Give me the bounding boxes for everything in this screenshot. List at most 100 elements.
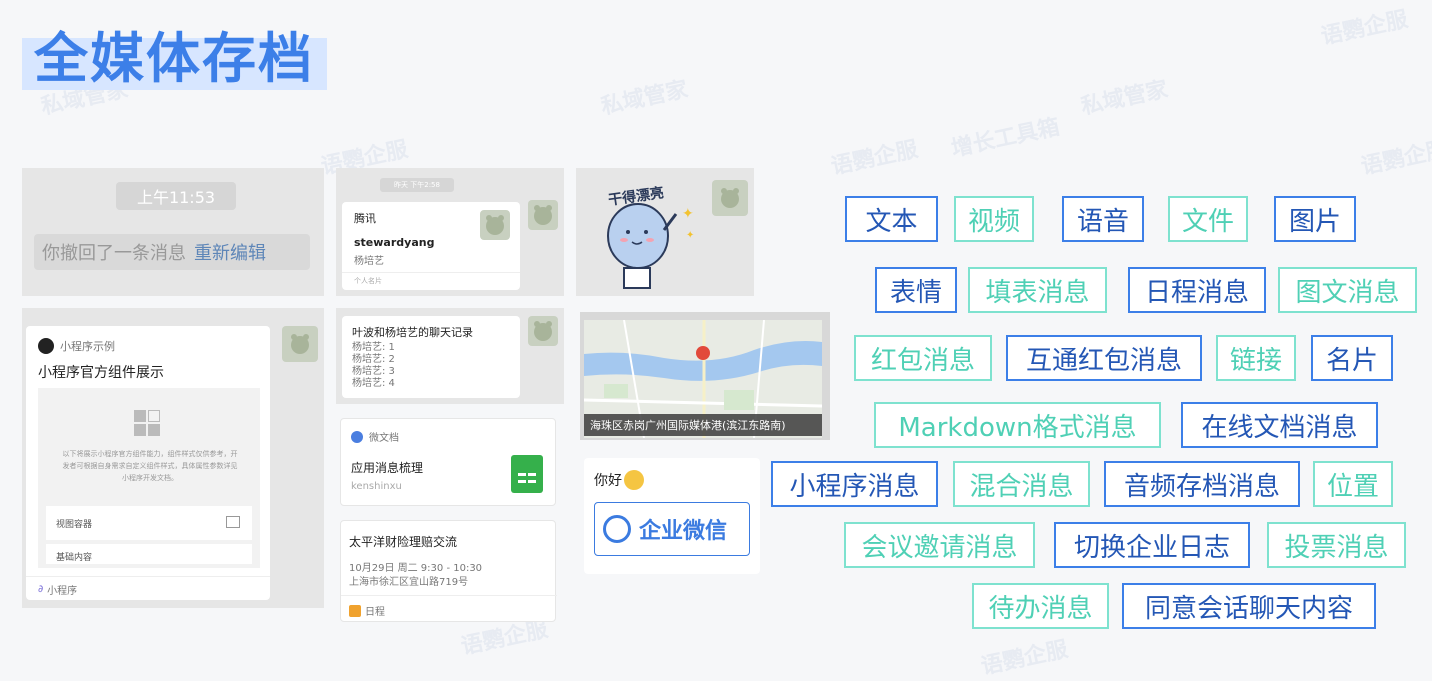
miniprogram-footer-label: 小程序 [47,586,78,597]
schedule-time: 10月29日 周二 9:30 - 10:30 [349,563,483,574]
re-edit-link[interactable]: 重新编辑 [194,239,266,265]
location-address: 海珠区赤岗广州国际媒体港(滨江东路南) [584,414,822,436]
spreadsheet-icon [511,455,543,493]
chat-record-panel: 叶波和杨培艺的聊天记录 杨培艺: 1 杨培艺: 2 杨培艺: 3 杨培艺: 4 [336,308,564,404]
page-title: 全媒体存档 [34,27,314,90]
tag-file: 文件 [1168,196,1248,242]
wecom-logo: 企业微信 [594,502,750,556]
business-card[interactable]: 腾讯 stewardyang 杨培艺 个人名片 [342,202,520,290]
tag-consent-chat: 同意会话聊天内容 [1122,583,1376,629]
wecom-logo-icon [603,515,631,543]
card-footer: 个人名片 [354,277,382,285]
miniprogram-logo-icon [38,338,54,354]
tag-miniprogram: 小程序消息 [771,461,938,507]
watermark: 语鹦企服 [828,137,921,180]
schedule-card[interactable]: 太平洋财险理赔交流 10月29日 周二 9:30 - 10:30 上海市徐汇区宜… [340,520,557,622]
svg-text:✦: ✦ [682,206,694,222]
wedoc-owner: kenshinxu [351,481,402,492]
miniprogram-title: 小程序官方组件展示 [38,365,164,381]
sticker-panel: ✦ ✦ 干得漂亮 [576,168,754,296]
divider [342,272,520,273]
message-time: 昨天 下午2:58 [380,178,454,192]
watermark: 私域管家 [1078,77,1171,120]
card-name: stewardyang [354,236,435,249]
menu-item-basic-content[interactable]: 基础内容 [46,544,252,564]
chat-record-line: 杨培艺: 1 [352,342,395,353]
tag-vote: 投票消息 [1267,522,1406,568]
tag-online-doc: 在线文档消息 [1181,402,1378,448]
tag-red-packet: 红包消息 [854,335,992,381]
message-time: 上午11:53 [116,182,236,210]
tag-form: 填表消息 [968,267,1107,313]
location-panel[interactable]: 海珠区赤岗广州国际媒体港(滨江东路南) [580,312,830,440]
watermark: 语鹦企服 [1358,137,1432,180]
miniprogram-panel: 小程序示例 小程序官方组件展示 以下将展示小程序官方组件能力，组件样式仅供参考，… [22,308,324,608]
tag-audio-archive: 音频存档消息 [1104,461,1300,507]
miniprogram-app-name: 小程序示例 [60,340,115,353]
tag-rich-media: 图文消息 [1278,267,1417,313]
tag-mixed: 混合消息 [953,461,1090,507]
chat-record-card[interactable]: 叶波和杨培艺的聊天记录 杨培艺: 1 杨培艺: 2 杨培艺: 3 杨培艺: 4 [342,316,520,398]
tag-location: 位置 [1313,461,1393,507]
greeting-card[interactable]: 你好 企业微信 [584,458,760,574]
recall-text: 你撤回了一条消息 [42,243,186,264]
chat-record-line: 杨培艺: 2 [352,354,395,365]
recall-notice: 你撤回了一条消息 重新编辑 [34,234,310,270]
menu-item-label: 基础内容 [56,553,93,563]
location-pin-icon [696,346,710,360]
greeting-line: 你好 [594,470,644,490]
tag-image: 图片 [1274,196,1356,242]
svg-text:✦: ✦ [686,230,694,241]
watermark: 语鹦企服 [978,637,1071,680]
miniprogram-header: 小程序示例 [38,338,115,354]
tag-card: 名片 [1311,335,1393,381]
tag-interop-red-packet: 互通红包消息 [1006,335,1202,381]
chat-record-line: 杨培艺: 4 [352,378,395,389]
recall-message-panel: 上午11:53 你撤回了一条消息 重新编辑 [22,168,324,296]
tag-voice: 语音 [1062,196,1144,242]
tag-schedule: 日程消息 [1128,267,1266,313]
avatar [712,180,748,216]
miniprogram-link-icon: ∂ [38,584,44,595]
divider [26,576,270,577]
watermark: 语鹦企服 [1318,7,1411,50]
calendar-icon [349,604,361,617]
tag-meeting-invite: 会议邀请消息 [844,522,1035,568]
bear-avatar-icon [291,334,309,354]
miniprogram-preview: 以下将展示小程序官方组件能力，组件样式仅供参考，开发者可根据自身需求自定义组件样… [38,388,260,568]
miniprogram-desc: 以下将展示小程序官方组件能力，组件样式仅供参考，开发者可根据自身需求自定义组件样… [62,450,238,482]
tag-video: 视频 [954,196,1034,242]
bear-avatar-icon [721,188,739,208]
business-card-panel: 昨天 下午2:58 腾讯 stewardyang 杨培艺 个人名片 [336,168,564,296]
tag-text: 文本 [845,196,938,242]
card-subname: 杨培艺 [354,256,384,267]
schedule-footer: 日程 [349,603,385,618]
tag-switch-corp-log: 切换企业日志 [1054,522,1250,568]
bear-avatar-icon [534,205,552,225]
bear-avatar-icon [534,321,552,341]
schedule-title: 太平洋财险理赔交流 [349,535,458,549]
chat-record-title: 叶波和杨培艺的聊天记录 [352,326,473,339]
tag-link: 链接 [1216,335,1296,381]
watermark: 增长工具箱 [949,114,1062,163]
miniprogram-footer: ∂ 小程序 [38,582,77,597]
greeting-text: 你好 [594,473,622,489]
tag-markdown: Markdown格式消息 [874,402,1161,448]
avatar [528,200,558,230]
watermark: 私域管家 [598,77,691,120]
view-container-icon [226,516,240,528]
menu-item-view-container[interactable]: 视图容器 [46,506,252,540]
wedoc-card[interactable]: 微文档 应用消息梳理 kenshinxu [340,418,556,506]
wedoc-title: 应用消息梳理 [351,461,424,475]
tag-todo: 待办消息 [972,583,1109,629]
miniprogram-card[interactable]: 小程序示例 小程序官方组件展示 以下将展示小程序官方组件能力，组件样式仅供参考，… [26,326,270,600]
menu-item-label: 视图容器 [56,520,93,530]
wecom-logo-text: 企业微信 [639,519,728,544]
smile-emoji-icon [624,470,644,490]
wedoc-header: 微文档 [351,429,399,444]
wedoc-logo-icon [351,430,363,443]
tag-emoji: 表情 [875,267,957,313]
card-avatar [480,210,510,240]
divider [341,595,557,596]
schedule-footer-label: 日程 [365,607,385,618]
